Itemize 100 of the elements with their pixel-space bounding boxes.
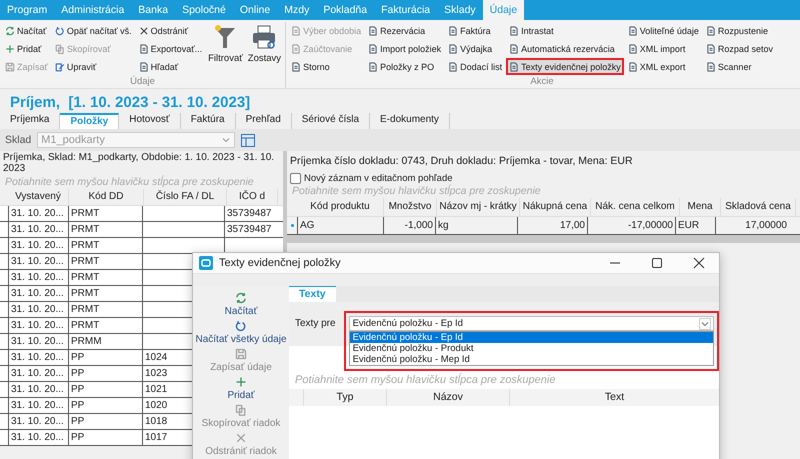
- table-cell: 31. 10. 20...: [11, 400, 64, 411]
- ribbon-large-button[interactable]: Filtrovať: [206, 22, 245, 75]
- column-header[interactable]: Mena: [680, 198, 721, 216]
- edit-icon: [54, 62, 65, 72]
- table-cell: 31. 10. 20...: [11, 320, 64, 331]
- ribbon-button[interactable]: Texty evidenčnej položky: [506, 58, 624, 75]
- plus-icon: [234, 376, 247, 388]
- document-info: Príjemka číslo dokladu: 0743, Druh dokladu: Príjemka - tovar, Mena: EUR: [289, 154, 634, 169]
- dropdown-option[interactable]: Evidenčnú položku - Ep Id: [350, 332, 713, 343]
- ribbon-button[interactable]: Intrastat: [506, 22, 624, 39]
- table-cell: 1021: [145, 384, 168, 395]
- ribbon-button[interactable]: Storno: [288, 58, 364, 75]
- column-header[interactable]: Kód DD: [69, 189, 144, 205]
- app-icon: [199, 256, 213, 270]
- document-icon: [628, 26, 638, 36]
- ribbon-button[interactable]: Rozpustenie: [702, 22, 776, 39]
- table-cell: 1023: [145, 368, 168, 379]
- ribbon-button[interactable]: XML export: [624, 58, 702, 75]
- close-icon: [138, 26, 149, 36]
- ribbon-button[interactable]: Import položiek: [365, 40, 444, 57]
- table-cell: AG: [300, 220, 314, 231]
- document-icon: [291, 44, 302, 54]
- table-cell: 1017: [145, 432, 168, 443]
- dropdown-option[interactable]: Evidenčnú položku - Mep Id: [350, 354, 713, 365]
- document-icon: [368, 26, 378, 36]
- refresh-icon: [235, 292, 247, 304]
- column-header[interactable]: Číslo FA / DL: [144, 189, 227, 205]
- column-header[interactable]: Názov: [387, 389, 510, 406]
- table-cell: 35739487: [227, 224, 272, 235]
- table-cell: 31. 10. 20...: [11, 352, 64, 363]
- refresh-icon: [5, 26, 15, 36]
- table-cell: 31. 10. 20...: [11, 240, 64, 251]
- ribbon-button[interactable]: Rozpad setov: [702, 40, 776, 57]
- column-header[interactable]: Kód produktu: [297, 198, 384, 216]
- group-by-hint: Potiahnite sem myšou hlavičku stĺpca pre zoskupenie: [291, 184, 542, 198]
- column-header[interactable]: Vystavený: [8, 189, 69, 205]
- ribbon-button[interactable]: Upraviť: [52, 58, 135, 75]
- ribbon-button[interactable]: Rezervácia: [365, 22, 444, 39]
- document-icon: [138, 62, 149, 72]
- document-icon: [706, 26, 716, 36]
- group-by-hint: Potiahnite sem myšou hlavičku stĺpca pre zoskupenie: [4, 175, 255, 189]
- ribbon-button[interactable]: Voliteľné údaje: [624, 22, 702, 39]
- table-cell: 17,00000: [745, 220, 787, 231]
- ribbon-button[interactable]: Opäť načítať vš.: [52, 22, 135, 39]
- column-header[interactable]: Skladová cena: [721, 198, 796, 216]
- ribbon-button[interactable]: Načítať: [2, 22, 51, 39]
- dropdown-option[interactable]: Evidenčnú položku - Produkt: [350, 343, 713, 354]
- document-icon: [448, 62, 458, 72]
- column-header[interactable]: Množstvo: [384, 198, 437, 216]
- document-icon: [509, 26, 520, 36]
- dialog-title: Texty evidenčnej položky: [219, 257, 341, 269]
- save-icon: [5, 62, 15, 72]
- table-cell: 31. 10. 20...: [11, 272, 64, 283]
- table-cell: PRMT: [71, 320, 100, 331]
- ribbon-button[interactable]: Odstrániť: [136, 22, 206, 39]
- grid-icon[interactable]: [241, 134, 256, 146]
- copy-icon: [54, 44, 65, 54]
- column-header[interactable]: Nák. cena celkom: [591, 198, 680, 216]
- toolbar-button[interactable]: Načítať všetky údaje: [193, 320, 288, 348]
- texts-for-dropdown[interactable]: Evidenčnú položku - Ep Id: [348, 316, 714, 331]
- ribbon-button[interactable]: Exportovať...: [136, 40, 206, 57]
- document-icon: [628, 44, 638, 54]
- ribbon-button[interactable]: Hľadať: [136, 58, 206, 75]
- table-cell: kg: [438, 220, 449, 231]
- maximize-icon[interactable]: [651, 257, 663, 269]
- table-cell: 17,00: [560, 220, 585, 231]
- table-cell: 31. 10. 20...: [11, 208, 64, 219]
- table-cell: PRMT: [71, 224, 100, 235]
- table-cell: PP: [71, 384, 84, 395]
- ribbon-button[interactable]: XML import: [624, 40, 702, 57]
- toolbar-button[interactable]: Pridať: [225, 376, 257, 404]
- ribbon-button[interactable]: Dodací list: [445, 58, 506, 75]
- ribbon-button[interactable]: Položky z PO: [365, 58, 444, 75]
- ribbon-button[interactable]: Výdajka: [445, 40, 506, 57]
- ribbon-button[interactable]: Automatická rezervácia: [506, 40, 624, 57]
- save-icon: [234, 348, 247, 360]
- document-icon: [509, 62, 520, 72]
- close-icon[interactable]: [693, 257, 705, 269]
- table-cell: 31. 10. 20...: [11, 368, 64, 379]
- ribbon-button[interactable]: Scanner: [702, 58, 776, 75]
- document-icon: [291, 62, 302, 72]
- table-cell: EUR: [678, 220, 700, 231]
- ribbon-large-button[interactable]: Zostavy: [246, 22, 284, 75]
- ribbon-button[interactable]: Pridať: [2, 40, 51, 57]
- column-header[interactable]: Nákupná cena: [520, 198, 591, 216]
- ribbon-button[interactable]: Faktúra: [445, 22, 506, 39]
- toolbar-button[interactable]: Načítať: [222, 292, 260, 320]
- table-cell: PRMT: [71, 208, 100, 219]
- column-header[interactable]: Názov mj - krátky: [437, 198, 520, 216]
- column-header[interactable]: Typ: [304, 389, 387, 406]
- column-header[interactable]: IČO d: [227, 189, 278, 205]
- table-cell: 31. 10. 20...: [11, 304, 64, 315]
- table-cell: -17,00000: [628, 220, 673, 231]
- checkbox[interactable]: [290, 173, 301, 184]
- column-header[interactable]: Text: [510, 389, 719, 406]
- table-cell: PRMT: [71, 272, 100, 283]
- table-cell: 31. 10. 20...: [11, 256, 64, 267]
- copy-icon: [234, 404, 247, 416]
- reload-icon: [54, 26, 65, 36]
- document-icon: [509, 44, 520, 54]
